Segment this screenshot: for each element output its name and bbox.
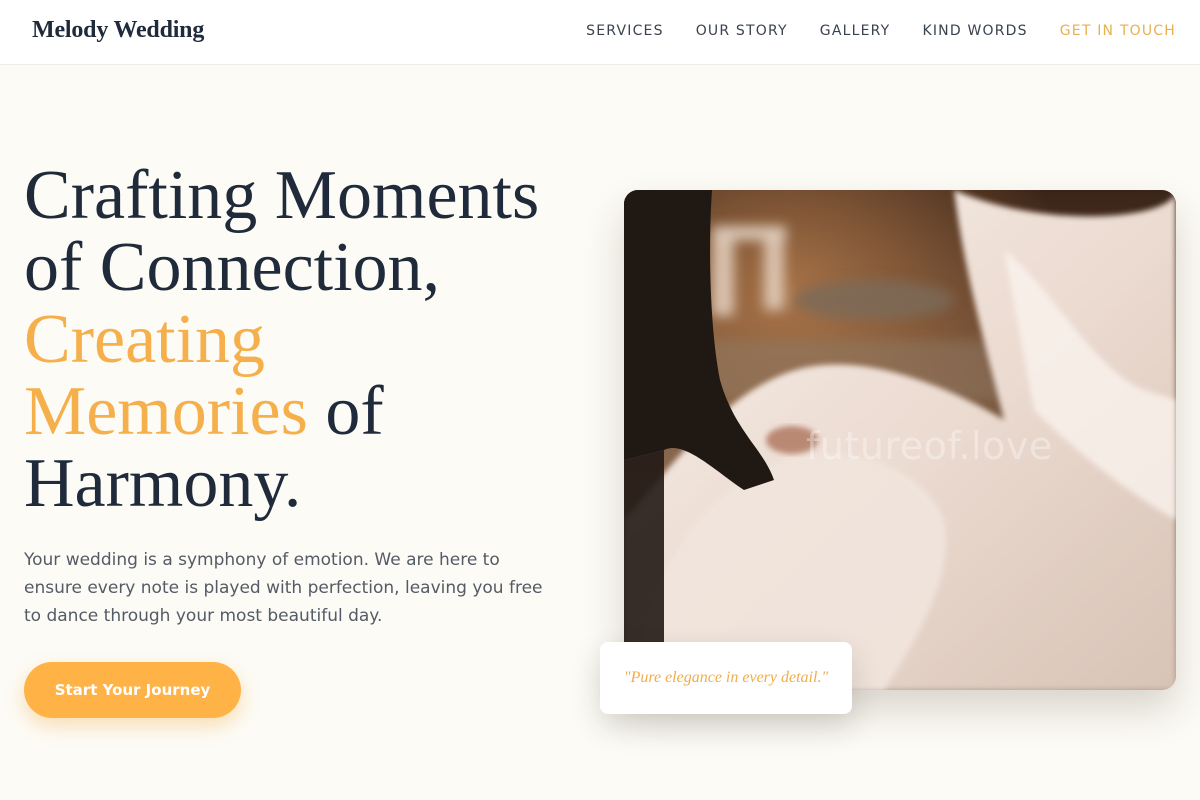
testimonial-quote-card: "Pure elegance in every detail." xyxy=(600,642,852,714)
nav-kind-words[interactable]: KIND WORDS xyxy=(922,23,1027,39)
brand-logo[interactable]: Melody Wedding xyxy=(32,17,204,44)
main-nav: SERVICES OUR STORY GALLERY KIND WORDS GE… xyxy=(586,23,1176,39)
headline-highlight-memories: Memories xyxy=(24,373,308,450)
nav-get-in-touch[interactable]: GET IN TOUCH xyxy=(1060,23,1176,39)
headline-line-1: Crafting Moments xyxy=(24,157,540,234)
nav-services[interactable]: SERVICES xyxy=(586,23,664,39)
hero-subtext: Your wedding is a symphony of emotion. W… xyxy=(24,550,543,626)
headline-line-2: of Connection, xyxy=(24,229,441,306)
headline-highlight-creating: Creating xyxy=(24,301,266,378)
site-header: Melody Wedding SERVICES OUR STORY GALLER… xyxy=(0,0,1200,65)
nav-our-story[interactable]: OUR STORY xyxy=(696,23,788,39)
nav-gallery[interactable]: GALLERY xyxy=(820,23,891,39)
photo-watermark: futureof.love xyxy=(806,424,1053,468)
quote-text: "Pure elegance in every detail." xyxy=(623,669,829,686)
start-journey-button[interactable]: Start Your Journey xyxy=(24,662,241,718)
hero-headline: Crafting Moments of Connection, Creating… xyxy=(24,160,584,520)
headline-line-4-rest: of xyxy=(307,373,384,450)
headline-line-5: Harmony. xyxy=(24,445,302,522)
